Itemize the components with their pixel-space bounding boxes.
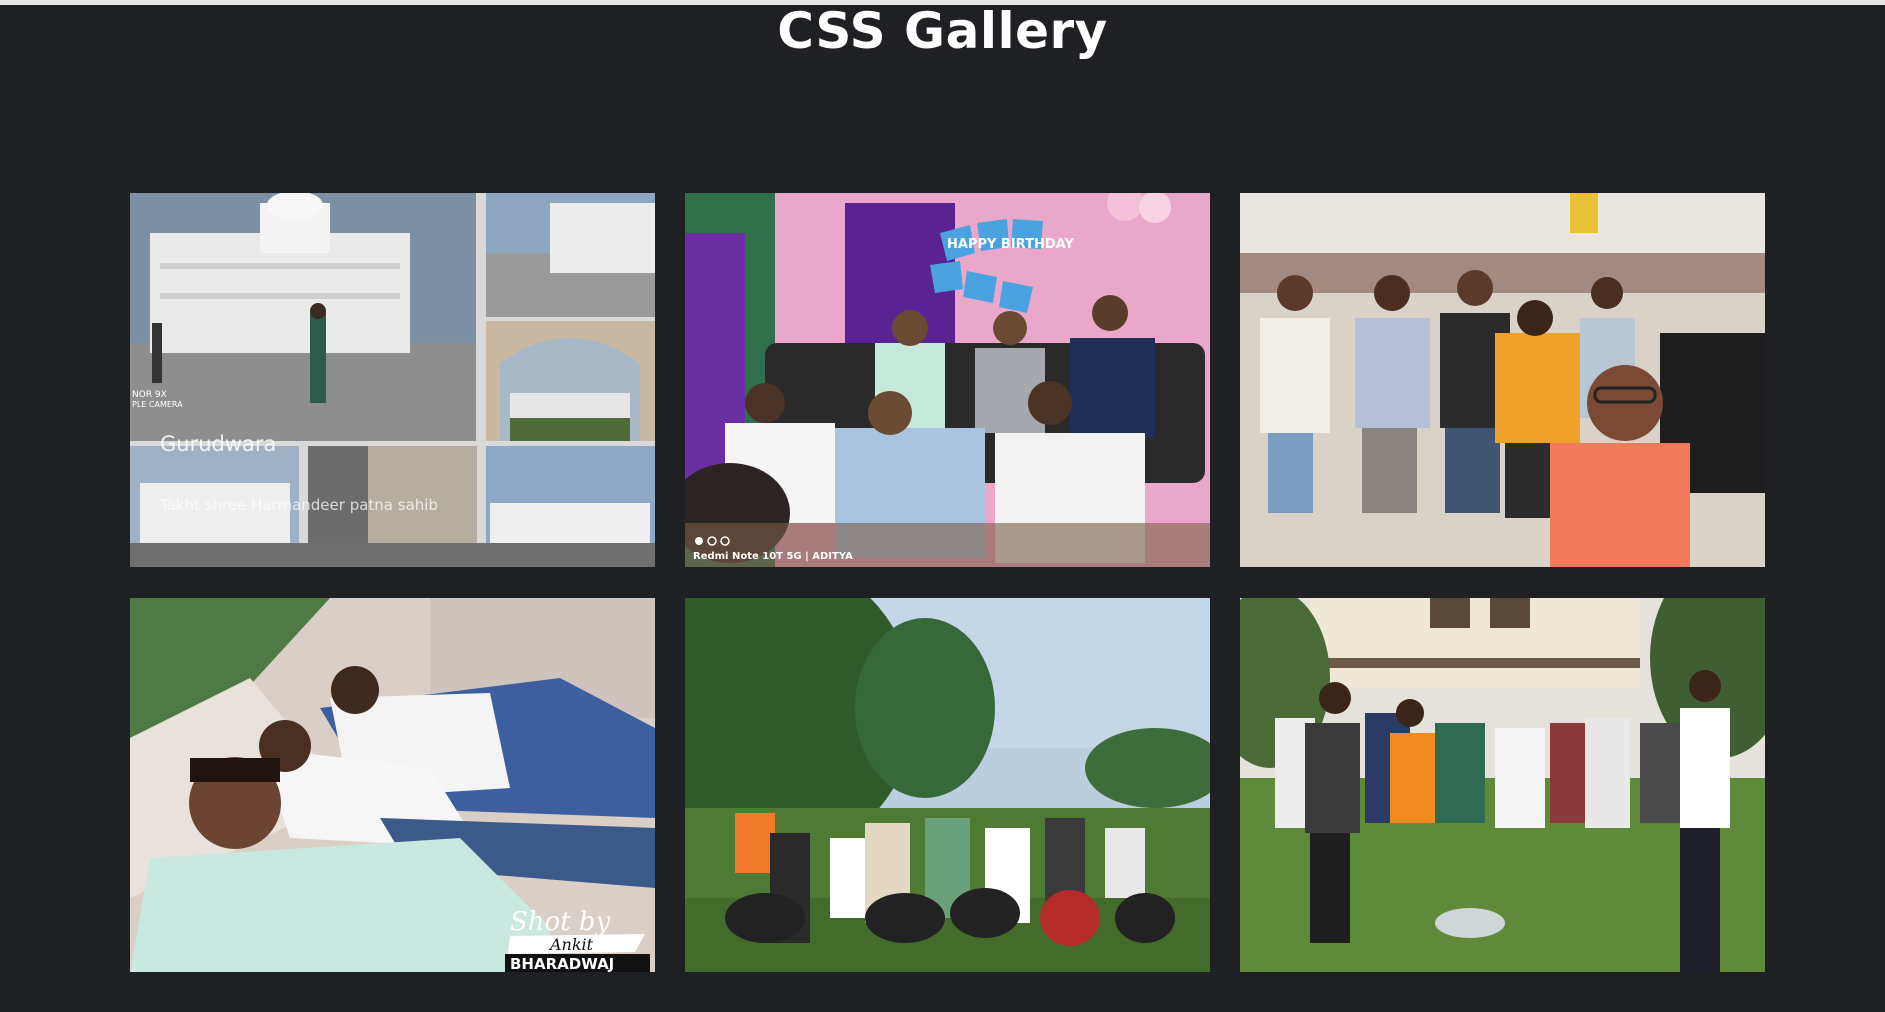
- signature-line2: Ankit: [548, 935, 594, 954]
- holi-group-image: [1240, 598, 1765, 972]
- gurudwara-collage-image: NOR 9X PLE CAMERA Gurudwara Takht shree …: [130, 193, 655, 567]
- signature-line1: Shot by: [510, 907, 611, 937]
- signature-line3: BHARADWAJ: [510, 955, 614, 972]
- collage-subcaption: Takht shree Harmandeer patna sahib: [159, 496, 438, 514]
- gallery-image-birthday[interactable]: HAPPY BIRTHDAY Redmi Note 10T 5G | ADITY…: [685, 193, 1210, 567]
- gallery-image-holi-group[interactable]: [1240, 598, 1765, 972]
- collage-caption: Gurudwara: [160, 432, 276, 456]
- birthday-group-image: HAPPY BIRTHDAY Redmi Note 10T 5G | ADITY…: [685, 193, 1210, 567]
- camera-label-line2: PLE CAMERA: [132, 400, 183, 409]
- gallery-grid: NOR 9X PLE CAMERA Gurudwara Takht shree …: [130, 193, 1765, 972]
- camera-watermark: Redmi Note 10T 5G | ADITYA: [693, 551, 853, 562]
- bikes-group-image: [685, 598, 1210, 972]
- beach-group-image: [1240, 193, 1765, 567]
- banner-text: HAPPY BIRTHDAY: [947, 237, 1074, 252]
- gallery-image-gurudwara[interactable]: NOR 9X PLE CAMERA Gurudwara Takht shree …: [130, 193, 655, 567]
- gallery-image-beach-group[interactable]: [1240, 193, 1765, 567]
- camera-label-line1: NOR 9X: [132, 390, 167, 400]
- selfie-image: Shot by Ankit BHARADWAJ: [130, 598, 655, 972]
- gallery-image-bikes-group[interactable]: [685, 598, 1210, 972]
- page-title: CSS Gallery: [777, 2, 1108, 60]
- gallery-image-selfie[interactable]: Shot by Ankit BHARADWAJ: [130, 598, 655, 972]
